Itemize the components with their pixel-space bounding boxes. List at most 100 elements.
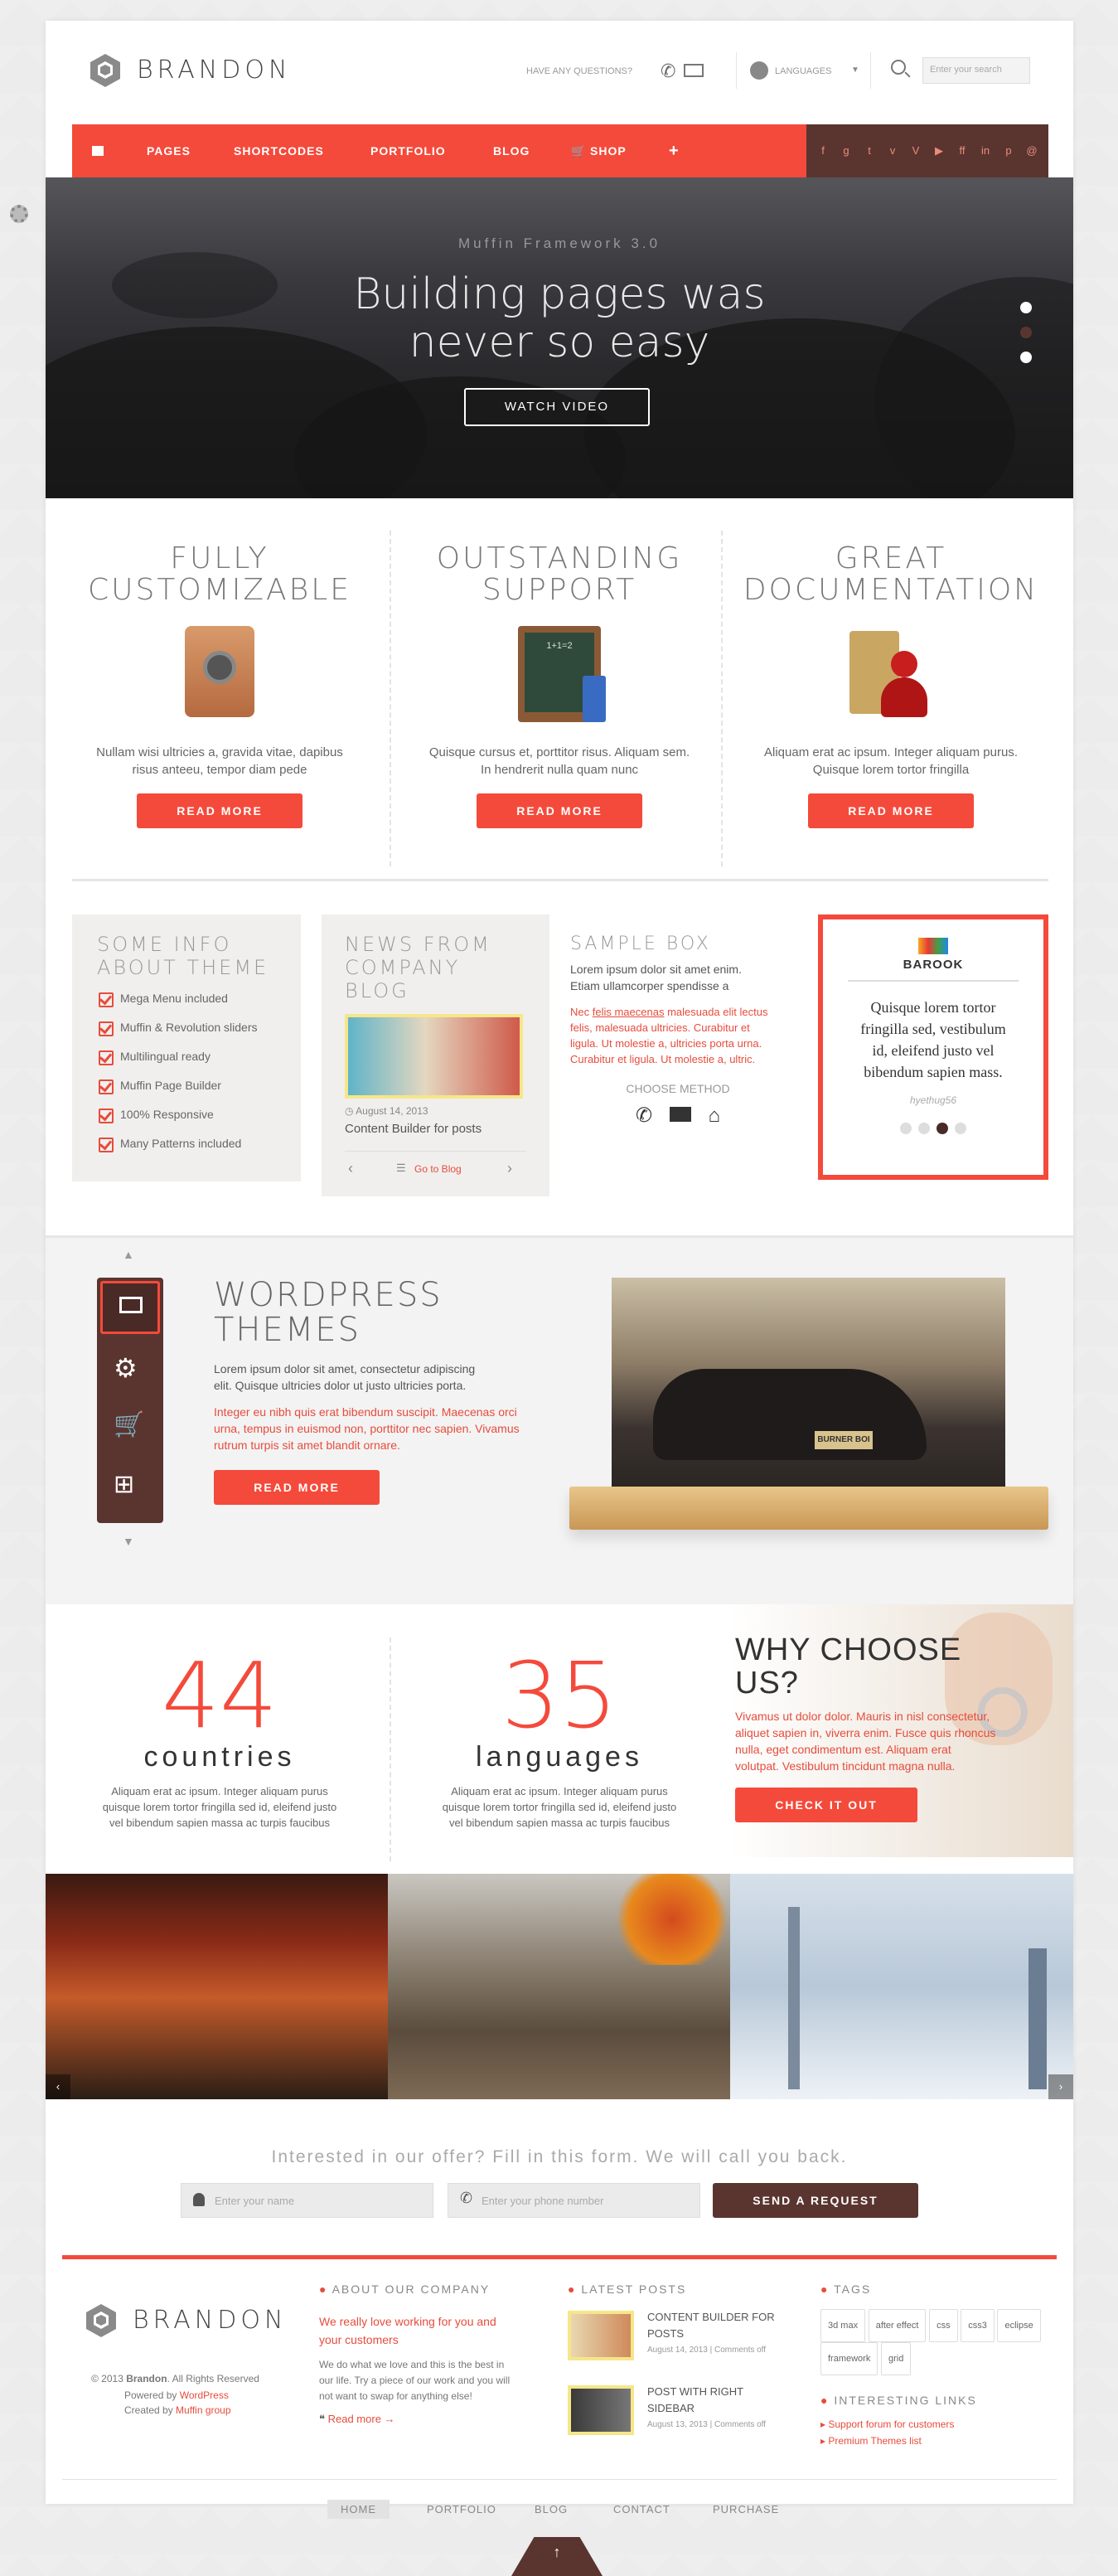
footer-link[interactable]: ▸ Premium Themes list — [820, 2435, 1044, 2447]
logo-hexagon-icon — [86, 2304, 116, 2337]
next-arrow-icon[interactable]: › — [507, 1160, 512, 1177]
chevron-up-icon[interactable]: ▲ — [123, 1248, 134, 1261]
gallery-image-city[interactable] — [730, 1874, 1073, 2099]
back-to-top-button[interactable]: ↑ — [511, 2537, 603, 2576]
google-plus-icon[interactable]: g — [835, 124, 858, 177]
chevron-down-icon[interactable]: ▼ — [123, 1535, 134, 1548]
go-to-blog-link[interactable]: Go to Blog — [414, 1163, 462, 1175]
slider-dot-2[interactable] — [1020, 327, 1032, 338]
pinterest-icon[interactable]: p — [997, 124, 1020, 177]
name-input[interactable]: Enter your name — [181, 2183, 433, 2218]
news-post-title[interactable]: Content Builder for posts — [345, 1122, 526, 1136]
cart-plus-icon[interactable]: 🛒 — [114, 1410, 144, 1439]
footer-nav-home[interactable]: HOME — [327, 2500, 390, 2519]
logo-hexagon-icon — [90, 54, 120, 87]
nav-item-portfolio[interactable]: PORTFOLIO — [370, 124, 446, 177]
globe-icon[interactable] — [750, 61, 768, 80]
testimonial-dot[interactable] — [955, 1123, 966, 1134]
page-container: BRANDON HAVE ANY QUESTIONS? ✆ LANGUAGES … — [46, 21, 1073, 2504]
send-request-button[interactable]: SEND A REQUEST — [713, 2183, 918, 2218]
wp-read-more-button[interactable]: READ MORE — [214, 1470, 380, 1505]
linkedin-icon[interactable]: in — [974, 124, 997, 177]
sample-text3a: Nec — [570, 1006, 593, 1018]
nav-item-blog[interactable]: BLOG — [493, 124, 530, 177]
footer-nav-portfolio[interactable]: PORTFOLIO — [427, 2503, 496, 2515]
search-input[interactable]: Enter your search — [922, 57, 1030, 84]
gallery-image-temple[interactable] — [46, 1874, 388, 2099]
tag[interactable]: framework — [820, 2342, 878, 2375]
nav-item-shortcodes[interactable]: SHORTCODES — [234, 124, 324, 177]
facebook-icon[interactable]: f — [811, 124, 835, 177]
news-date: ◷ August 14, 2013 — [345, 1105, 526, 1117]
phone-icon[interactable]: ✆ — [636, 1104, 652, 1127]
nav-item-pages[interactable]: PAGES — [147, 124, 191, 177]
footer-link-text: Premium Themes list — [828, 2435, 922, 2447]
footer-nav-contact[interactable]: CONTACT — [613, 2503, 670, 2515]
tag[interactable]: after effect — [868, 2309, 927, 2342]
tags-col: ● TAGS 3d max after effect css css3 ecli… — [820, 2283, 1044, 2447]
home-icon[interactable]: ⌂ — [708, 1104, 720, 1127]
dribbble-icon[interactable]: @ — [1020, 124, 1043, 177]
tab-monitor[interactable] — [100, 1281, 160, 1334]
nav-item-shop[interactable]: SHOP — [590, 124, 627, 177]
feature-text-line2: Quisque lorem tortor fringilla — [812, 763, 970, 777]
testimonial-dot[interactable] — [900, 1123, 912, 1134]
latest-post-item[interactable]: CONTENT BUILDER FOR POSTS August 14, 201… — [568, 2311, 791, 2385]
mail-icon[interactable] — [669, 1107, 691, 1122]
counter-text-line2: quisque lorem tortor fringilla sed id, e… — [442, 1801, 677, 1813]
slider-dot-1[interactable] — [1020, 302, 1032, 313]
gallery-prev-button[interactable]: ‹ — [46, 2074, 70, 2099]
muffin-group-link[interactable]: Muffin group — [176, 2404, 231, 2416]
watch-video-button[interactable]: WATCH VIDEO — [464, 388, 650, 426]
nav-home[interactable] — [72, 124, 125, 182]
testimonial-dot[interactable] — [918, 1123, 930, 1134]
phone-icon[interactable]: ✆ — [661, 61, 675, 82]
tag[interactable]: 3d max — [820, 2309, 866, 2342]
feature-title-line2: CUSTOMIZABLE — [87, 573, 351, 607]
slider-dot-3[interactable] — [1020, 352, 1032, 363]
questions-label: HAVE ANY QUESTIONS? — [526, 66, 632, 76]
tag[interactable]: eclipse — [997, 2309, 1041, 2342]
sample-link[interactable]: felis maecenas — [593, 1006, 665, 1018]
news-thumbnail[interactable] — [345, 1014, 523, 1099]
nav-item-plus[interactable]: + — [669, 124, 680, 177]
post-comments[interactable]: Comments off — [714, 2346, 766, 2355]
languages-dropdown[interactable]: LANGUAGES — [775, 66, 831, 76]
tag[interactable]: grid — [880, 2342, 912, 2375]
logo[interactable]: BRANDON — [87, 52, 302, 89]
cart-icon: 🛒 — [571, 144, 587, 158]
gears-icon[interactable]: ⚙ — [114, 1352, 138, 1384]
vine-icon[interactable]: V — [904, 124, 927, 177]
flickr-icon[interactable]: ff — [951, 124, 974, 177]
youtube-icon[interactable]: ▶ — [927, 124, 951, 177]
check-it-out-button[interactable]: CHECK IT OUT — [735, 1788, 917, 1822]
tag[interactable]: css — [929, 2309, 958, 2342]
footer-logo[interactable]: BRANDON — [83, 2302, 298, 2339]
latest-posts-col: ● LATEST POSTS CONTENT BUILDER FOR POSTS… — [568, 2283, 791, 2460]
wordpress-link[interactable]: WordPress — [180, 2389, 229, 2401]
read-more-button[interactable]: READ MORE — [477, 793, 642, 828]
footer-nav-blog[interactable]: BLOG — [535, 2503, 568, 2515]
read-more-button[interactable]: READ MORE — [808, 793, 974, 828]
read-more-button[interactable]: READ MORE — [137, 793, 302, 828]
footer-link[interactable]: ▸ Support forum for customers — [820, 2418, 1044, 2430]
twitter-icon[interactable]: t — [858, 124, 881, 177]
search-icon-handle — [904, 71, 911, 78]
vimeo-icon[interactable]: v — [881, 124, 904, 177]
phone-input[interactable]: Enter your phone number — [448, 2183, 700, 2218]
post-comments[interactable]: Comments off — [714, 2420, 766, 2429]
latest-post-item[interactable]: POST WITH RIGHT SIDEBAR August 13, 2013 … — [568, 2385, 791, 2460]
prev-arrow-icon[interactable]: ‹ — [348, 1160, 353, 1177]
counter-languages: 35 languages Aliquam erat ac ipsum. Inte… — [402, 1650, 717, 1831]
sitemap-icon[interactable]: ⊞ — [114, 1470, 134, 1499]
mail-icon[interactable] — [684, 64, 704, 77]
gallery-next-button[interactable]: › — [1048, 2074, 1073, 2099]
gallery-image-great-wall[interactable] — [388, 1874, 730, 2099]
powered-by: Powered by WordPress — [124, 2388, 229, 2404]
about-read-more[interactable]: ❝ Read more → — [319, 2413, 543, 2426]
footer-nav-purchase[interactable]: PURCHASE — [713, 2503, 779, 2515]
testimonial-dot-active[interactable] — [937, 1123, 948, 1134]
post-thumbnail — [568, 2311, 634, 2360]
tag[interactable]: css3 — [961, 2309, 995, 2342]
settings-gear-icon[interactable] — [10, 205, 28, 223]
